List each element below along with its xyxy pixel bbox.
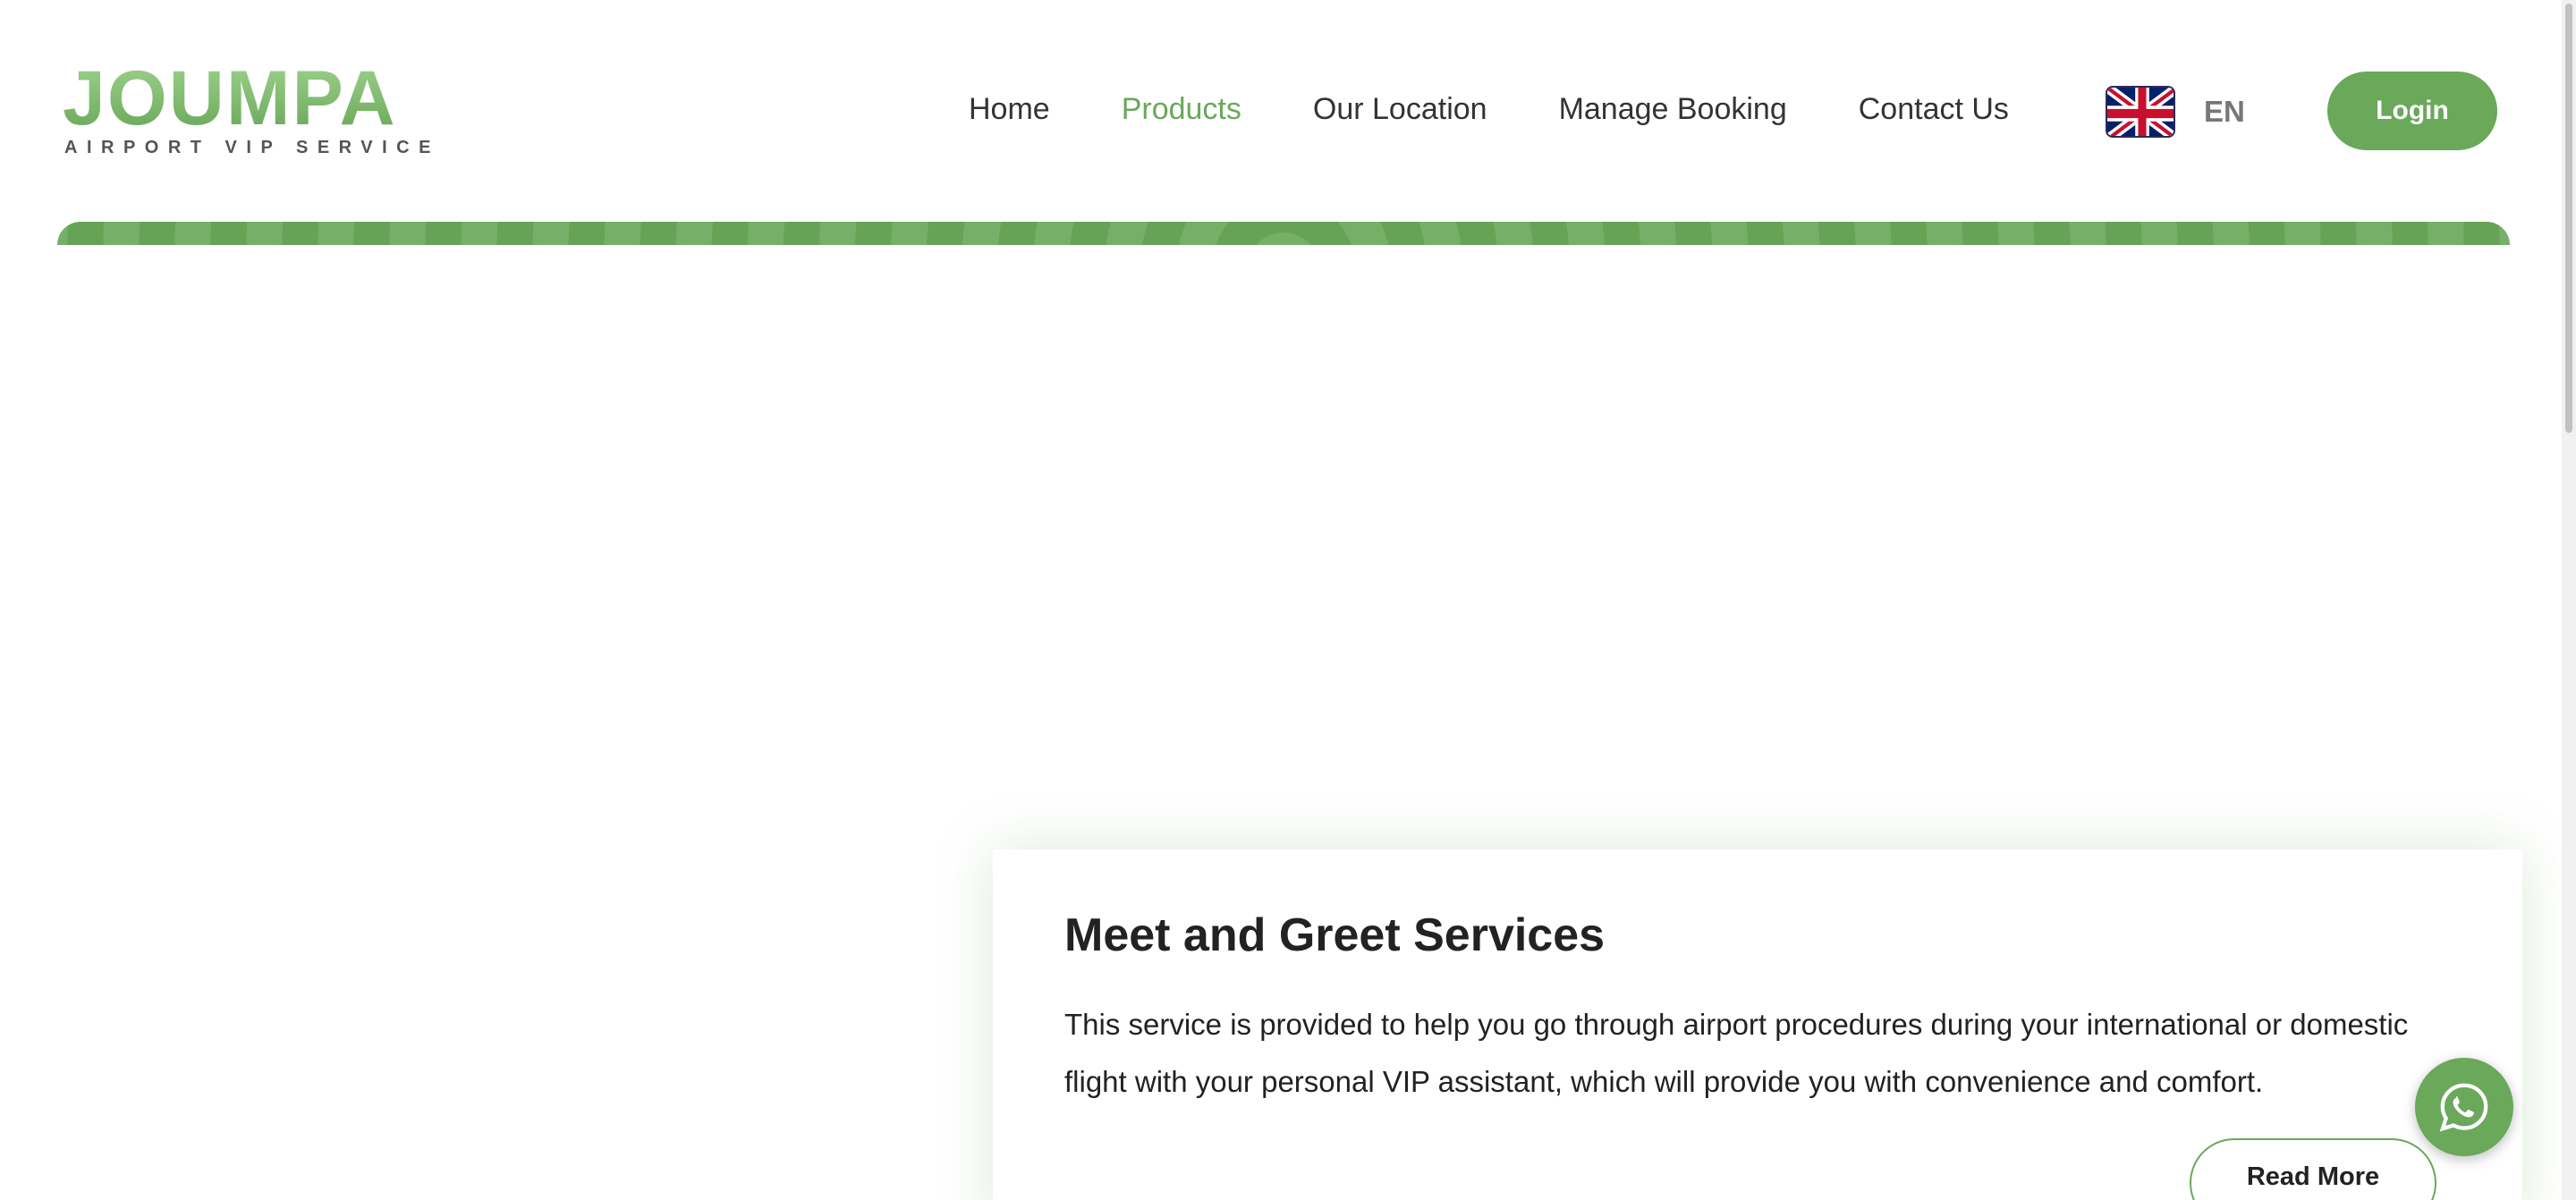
login-button[interactable]: Login [2327,72,2497,150]
uk-flag-icon [2106,86,2175,138]
service-card: Meet and Greet Services This service is … [993,849,2522,1200]
scrollbar-thumb[interactable] [2565,4,2572,433]
nav-item-home[interactable]: Home [969,86,1050,132]
logo-wordmark: JOUMPA [63,55,397,141]
logo-tagline: AIRPORT VIP SERVICE [64,138,440,157]
main-nav: Home Products Our Location Manage Bookin… [969,86,2080,132]
nav-item-contact-us[interactable]: Contact Us [1859,86,2009,132]
nav-item-manage-booking[interactable]: Manage Booking [1559,86,1787,132]
joumpa-logo[interactable]: JOUMPA AIRPORT VIP SERVICE [63,55,430,157]
whatsapp-button[interactable] [2415,1058,2513,1156]
nav-item-products[interactable]: Products [1122,86,1241,132]
language-selector[interactable]: EN [2106,86,2245,138]
read-more-button[interactable]: Read More [2190,1138,2436,1200]
whatsapp-icon [2439,1083,2488,1132]
service-card-description: This service is provided to help you go … [1064,1008,2409,1098]
hero-banner-edge [57,222,2510,245]
page: JOUMPA AIRPORT VIP SERVICE Home Products… [0,0,2576,1200]
nav-item-our-location[interactable]: Our Location [1313,86,1487,132]
page-scrollbar[interactable] [2562,0,2576,1200]
language-code: EN [2204,95,2245,128]
service-card-title: Meet and Greet Services [1064,909,1606,961]
